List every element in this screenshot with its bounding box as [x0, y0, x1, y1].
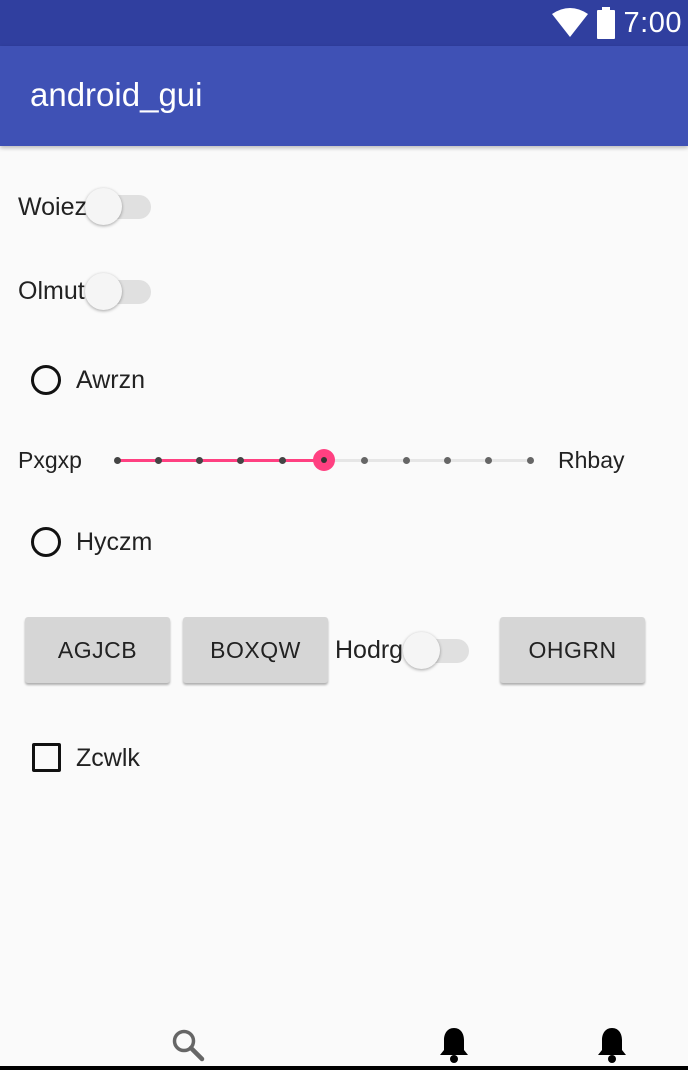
status-icons: 7:00: [551, 0, 682, 46]
checkbox-zcwlk[interactable]: [32, 743, 61, 772]
radio-awrzn[interactable]: [31, 365, 61, 395]
radio-hyczm-label[interactable]: Hyczm: [76, 530, 152, 555]
switch-thumb: [85, 273, 122, 310]
slider-left-label: Pxgxp: [18, 447, 82, 473]
seekbar-tick: [113, 457, 121, 464]
seekbar-progress: [117, 459, 324, 462]
status-time: 7:00: [623, 6, 682, 39]
seekbar-tick: [402, 457, 410, 464]
app-title: android_gui: [30, 76, 203, 113]
agjcb-button[interactable]: AGJCB: [25, 617, 170, 683]
seekbar-tick: [443, 457, 451, 464]
seekbar-tick: [154, 457, 162, 464]
battery-icon: [596, 7, 615, 39]
status-bar: 7:00: [0, 0, 688, 46]
switch-olmut-label: Olmut: [18, 277, 85, 305]
seekbar-tick: [361, 457, 369, 464]
wifi-icon: [551, 8, 588, 37]
ohgrn-button[interactable]: OHGRN: [500, 617, 645, 683]
checkbox-zcwlk-label[interactable]: Zcwlk: [76, 746, 140, 771]
seekbar-thumb[interactable]: [312, 449, 335, 471]
seekbar-tick: [485, 457, 493, 464]
seekbar-thumb-dot: [320, 457, 327, 463]
bell-icon[interactable]: [437, 1025, 471, 1065]
app-bar: android_gui: [0, 46, 688, 146]
seekbar-tick: [196, 457, 204, 464]
boxqw-button[interactable]: BOXQW: [183, 617, 328, 683]
radio-hyczm[interactable]: [31, 527, 61, 557]
switch-woiez[interactable]: [85, 186, 151, 226]
radio-awrzn-label[interactable]: Awrzn: [76, 368, 145, 393]
switch-thumb: [85, 188, 122, 225]
nav-bar-edge: [0, 1066, 688, 1070]
seekbar-tick: [278, 457, 286, 464]
slider-right-label: Rhbay: [558, 447, 625, 473]
bell-icon[interactable]: [595, 1025, 629, 1065]
switch-hodrg[interactable]: [403, 630, 469, 670]
switch-thumb: [403, 632, 440, 669]
switch-woiez-label: Woiez: [18, 193, 88, 221]
seekbar-tick: [526, 457, 534, 464]
seekbar-tick: [237, 457, 245, 464]
switch-olmut[interactable]: [85, 271, 151, 311]
search-icon[interactable]: [170, 1027, 206, 1063]
switch-hodrg-label: Hodrg: [335, 636, 404, 664]
discrete-seekbar[interactable]: [113, 446, 534, 476]
